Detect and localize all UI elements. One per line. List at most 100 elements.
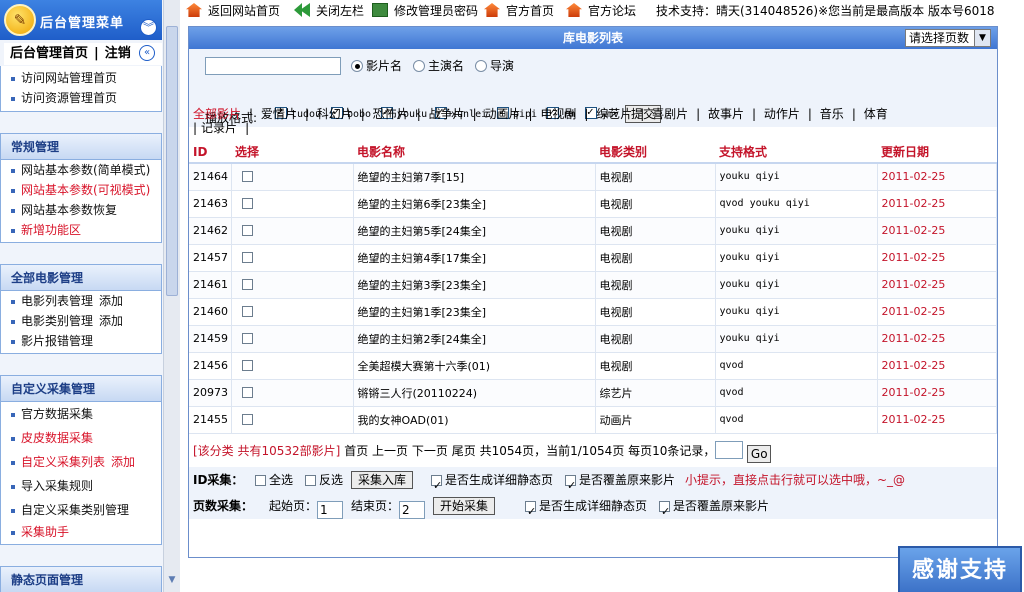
go-button[interactable]: Go	[747, 445, 772, 463]
panel-title[interactable]: 自定义采集管理	[1, 376, 161, 402]
scroll-down-icon[interactable]: ▼	[165, 575, 179, 589]
scrollbar-thumb[interactable]	[166, 26, 178, 296]
row-select-checkbox[interactable]	[241, 171, 253, 183]
category-link[interactable]: 动画片	[484, 107, 520, 121]
table-row[interactable]: 21455 我的女神OAD(01) 动画片 qvod 2011-02-25	[189, 406, 997, 434]
sidebar-item[interactable]: 采集助手	[1, 522, 161, 542]
collect-import-button[interactable]: 采集入库	[351, 471, 414, 489]
category-link[interactable]: 记录片	[201, 121, 237, 135]
next-page-link[interactable]: 下一页	[412, 444, 448, 458]
category-link[interactable]: 科幻片	[317, 107, 353, 121]
sidebar-item[interactable]: 自定义采集类别管理	[1, 498, 161, 522]
row-select-checkbox[interactable]	[241, 306, 253, 317]
sidebar-scrollbar[interactable]: ▼	[163, 0, 180, 592]
sidebar-item[interactable]: 电影列表管理 添加	[1, 291, 161, 311]
radio-director[interactable]: 导演	[475, 59, 514, 75]
sidebar-item[interactable]: 网站基本参数(简单模式)	[1, 160, 161, 180]
tab-home[interactable]: 后台管理首页	[10, 46, 88, 61]
category-link[interactable]: 故事片	[708, 107, 744, 121]
overwrite-checkbox[interactable]: 是否覆盖原来影片	[565, 467, 675, 499]
table-row[interactable]: 21461 绝望的主妇第3季[23集全] 电视剧 youku qiyi 2011-02-…	[189, 271, 997, 299]
table-row[interactable]: 21457 绝望的主妇第4季[17集全] 电视剧 youku qiyi 2011-02-…	[189, 244, 997, 272]
radio-icon[interactable]	[475, 60, 487, 72]
sidebar-item[interactable]: 网站基本参数(可视模式)	[1, 180, 161, 200]
chevron-down-icon[interactable]: ︾	[140, 19, 157, 36]
official-home-link[interactable]: 官方首页	[484, 3, 554, 19]
sidebar-item[interactable]: 电影类别管理 添加	[1, 311, 161, 331]
checkbox-checked-icon[interactable]	[431, 473, 442, 499]
official-forum-link[interactable]: 官方论坛	[566, 3, 636, 19]
row-select-checkbox[interactable]	[241, 252, 253, 263]
add-link[interactable]: 添加	[99, 314, 123, 328]
prev-page-link[interactable]: 上一页	[372, 444, 408, 458]
radio-movie-name[interactable]: 影片名	[351, 59, 402, 75]
row-select-checkbox[interactable]	[241, 387, 253, 398]
sidebar-item-visit-resource-admin[interactable]: 访问资源管理首页	[1, 88, 161, 108]
radio-selected-icon[interactable]	[351, 60, 363, 72]
row-select-checkbox[interactable]	[241, 333, 253, 344]
table-row[interactable]: 21462 绝望的主妇第5季[24集全] 电视剧 youku qiyi 2011-02-…	[189, 217, 997, 245]
radio-actor-name[interactable]: 主演名	[413, 59, 464, 75]
gen-static-checkbox[interactable]: 是否生成详细静态页	[431, 467, 553, 499]
sidebar-item[interactable]: 皮皮数据采集	[1, 426, 161, 450]
row-select-checkbox[interactable]	[241, 225, 253, 236]
select-all-checkbox[interactable]: 全选	[255, 467, 293, 493]
page-jump-input[interactable]	[715, 441, 744, 459]
panel-title[interactable]: 全部电影管理	[1, 265, 161, 291]
sidebar-item[interactable]: 网站基本参数恢复	[1, 200, 161, 220]
sidebar-item[interactable]: 官方数据采集	[1, 402, 161, 426]
table-row[interactable]: 21464 绝望的主妇第7季[15] 电视剧 youku qiyi 2011-02-25	[189, 163, 997, 191]
collapse-icon[interactable]: «	[139, 45, 155, 61]
table-row[interactable]: 21459 绝望的主妇第2季[24集全] 电视剧 youku qiyi 2011-02-…	[189, 325, 997, 353]
sidebar-item-visit-site-admin[interactable]: 访问网站管理首页	[1, 68, 161, 88]
thanks-badge[interactable]: 感谢支持	[898, 546, 1022, 592]
page-overwrite-checkbox[interactable]: 是否覆盖原来影片	[659, 493, 769, 525]
checkbox-checked-icon[interactable]	[525, 499, 536, 525]
close-left-panel-link[interactable]: 关闭左栏	[294, 3, 364, 19]
add-link[interactable]: 添加	[111, 455, 135, 469]
category-link[interactable]: 体育	[864, 107, 888, 121]
row-select-checkbox[interactable]	[241, 279, 253, 290]
sidebar-item[interactable]: 导入采集规则	[1, 474, 161, 498]
start-collect-button[interactable]: 开始采集	[433, 497, 496, 515]
panel-title[interactable]: 常规管理	[1, 134, 161, 160]
table-row[interactable]: 21463 绝望的主妇第6季[23集全] 电视剧 qvod youku qiyi 201…	[189, 190, 997, 218]
table-row[interactable]: 21460 绝望的主妇第1季[23集全] 电视剧 youku qiyi 2011-02-…	[189, 298, 997, 326]
row-select-checkbox[interactable]	[241, 360, 253, 371]
checkbox-checked-icon[interactable]	[565, 473, 576, 499]
add-link[interactable]: 添加	[99, 294, 123, 308]
category-link[interactable]: 爱情片	[261, 107, 297, 121]
panel-title[interactable]: 静态页面管理	[1, 567, 161, 592]
sidebar-item[interactable]: 影片报错管理	[1, 331, 161, 351]
table-row[interactable]: 20973 锵锵三人行(20110224) 综艺片 qvod 2011-02-25	[189, 379, 997, 407]
category-link[interactable]: 电视剧	[540, 107, 576, 121]
search-input[interactable]	[205, 57, 341, 75]
category-link[interactable]: 全部影片	[193, 107, 241, 121]
category-link[interactable]: 恐怖片	[373, 107, 409, 121]
tab-logout[interactable]: 注销	[105, 46, 131, 61]
checkbox-icon[interactable]	[305, 475, 316, 486]
sidebar-item[interactable]: 新增功能区	[1, 220, 161, 240]
category-link[interactable]: 战争片	[429, 107, 465, 121]
table-row[interactable]: 21456 全美超模大赛第十六季(01) 电视剧 qvod 2011-02-25	[189, 352, 997, 380]
radio-icon[interactable]	[413, 60, 425, 72]
back-to-site-link[interactable]: 返回网站首页	[186, 3, 280, 19]
page-select[interactable]: 请选择页数 ▼	[905, 29, 991, 47]
checkbox-icon[interactable]	[255, 475, 266, 486]
sidebar-item[interactable]: 自定义采集列表 添加	[1, 450, 161, 474]
category-link[interactable]: 综艺片	[596, 107, 632, 121]
checkbox-checked-icon[interactable]	[659, 499, 670, 525]
row-select-checkbox[interactable]	[241, 198, 253, 209]
row-select-checkbox[interactable]	[241, 414, 253, 425]
end-page-input[interactable]: 2	[399, 501, 425, 519]
category-link[interactable]: 动作片	[764, 107, 800, 121]
chevron-down-icon[interactable]: ▼	[974, 30, 990, 46]
start-page-input[interactable]: 1	[317, 501, 343, 519]
category-link[interactable]: 音乐	[820, 107, 844, 121]
first-page-link[interactable]: 首页	[344, 444, 368, 458]
invert-selection-checkbox[interactable]: 反选	[305, 467, 343, 493]
last-page-link[interactable]: 尾页	[452, 444, 476, 458]
category-link[interactable]: 喜剧片	[652, 107, 688, 121]
change-password-link[interactable]: 修改管理员密码	[372, 3, 478, 19]
page-gen-static-checkbox[interactable]: 是否生成详细静态页	[525, 493, 647, 525]
